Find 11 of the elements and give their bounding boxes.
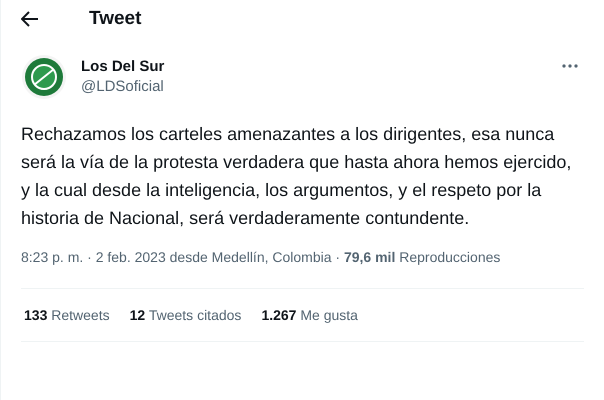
tweet-metadata: 8:23 p. m. · 2 feb. 2023 desde Medellín, Colombia · 79,6 mil Reproducciones (21, 249, 500, 265)
back-arrow-icon[interactable] (21, 11, 39, 27)
stat-link[interactable]: 12 Tweets citados (130, 304, 242, 326)
tweet-text: Rechazamos los carteles amenazantes a los dirigentes, esa nunca será la vía de la protesta verdadera que hasta ahora hemos ejercido, y la cual desde la inteligencia, los argumentos, y el respeto por la historia de Nacional, será verdaderamente contundente. (20, 123, 572, 230)
avatar-icon[interactable] (21, 54, 67, 100)
author-handle[interactable]: @LDSoficial (81, 77, 548, 97)
page-title: Tweet (89, 6, 142, 31)
author-name[interactable]: Los Del Sur (81, 57, 548, 77)
stat-link[interactable]: 133 Retweets (24, 304, 110, 326)
stat-link[interactable]: 1.267 Me gusta (261, 304, 358, 326)
more-options-icon[interactable] (562, 64, 578, 68)
